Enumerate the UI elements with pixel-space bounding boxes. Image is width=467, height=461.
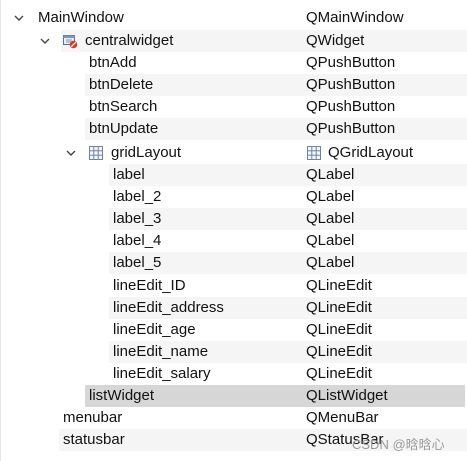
tree-row-listwidget[interactable]: listWidget QListWidget [1, 385, 467, 407]
tree-row-label-3[interactable]: label_3 QLabel [1, 208, 467, 230]
tree-row-class: QLabel [306, 166, 355, 183]
tree-row-class: QListWidget [306, 387, 388, 404]
row-background [109, 208, 467, 230]
tree-row-name: lineEdit_salary [113, 365, 211, 382]
tree-row-class: QLineEdit [306, 343, 372, 360]
tree-row-name: MainWindow [38, 9, 124, 26]
tree-row-class: QPushButton [306, 76, 396, 93]
tree-row-class: QLabel [306, 188, 355, 205]
tree-row-class: QLineEdit [306, 277, 372, 294]
watermark-text: CSDN @晗晗心 [352, 437, 445, 452]
tree-row-name: label [113, 166, 145, 183]
tree-row-mainwindow[interactable]: MainWindow QMainWindow [1, 7, 467, 29]
tree-row-name: lineEdit_ID [113, 277, 186, 294]
tree-row-centralwidget[interactable]: centralwidget QWidget [1, 30, 467, 52]
tree-row-name: lineEdit_name [113, 343, 209, 360]
tree-row-btndelete[interactable]: btnDelete QPushButton [1, 74, 467, 96]
chevron-down-icon[interactable] [65, 147, 77, 159]
tree-row-label-5[interactable]: label_5 QLabel [1, 252, 467, 274]
tree-row-name: statusbar [63, 431, 125, 448]
tree-row-class: QPushButton [306, 98, 396, 115]
chevron-down-icon[interactable] [39, 35, 51, 47]
tree-row-name: lineEdit_address [113, 299, 224, 316]
tree-row-btnsearch[interactable]: btnSearch QPushButton [1, 96, 467, 118]
tree-row-gridlayout[interactable]: gridLayout QGridLayout [1, 142, 467, 164]
tree-row-name: label_2 [113, 188, 162, 205]
tree-row-class: QLabel [306, 232, 355, 249]
tree-row-class: QLineEdit [306, 365, 372, 382]
tree-row-class: QPushButton [306, 120, 396, 137]
tree-row-class: QMainWindow [306, 9, 404, 26]
chevron-down-icon[interactable] [13, 12, 25, 24]
row-background [109, 164, 467, 186]
tree-row-name: btnUpdate [89, 120, 159, 137]
tree-row-name: btnSearch [89, 98, 158, 115]
tree-row-name: btnDelete [89, 76, 154, 93]
tree-row-class: QLabel [306, 210, 355, 227]
widget-broken-layout-icon [63, 35, 78, 49]
tree-row-label-4[interactable]: label_4 QLabel [1, 230, 467, 252]
tree-row-label[interactable]: label QLabel [1, 164, 467, 186]
tree-row-lineedit-address[interactable]: lineEdit_address QLineEdit [1, 297, 467, 319]
tree-row-label-2[interactable]: label_2 QLabel [1, 186, 467, 208]
tree-row-class: QGridLayout [328, 144, 414, 161]
tree-row-class: QPushButton [306, 54, 396, 71]
tree-row-name: lineEdit_age [113, 321, 196, 338]
tree-row-name: label_3 [113, 210, 162, 227]
tree-row-class: QLabel [306, 254, 355, 271]
tree-row-name: menubar [63, 409, 123, 426]
tree-row-btnadd[interactable]: btnAdd QPushButton [1, 52, 467, 74]
tree-row-lineedit-age[interactable]: lineEdit_age QLineEdit [1, 319, 467, 341]
tree-row-lineedit-salary[interactable]: lineEdit_salary QLineEdit [1, 363, 467, 385]
row-background [109, 252, 467, 274]
tree-row-name: label_4 [113, 232, 162, 249]
tree-row-name: label_5 [113, 254, 162, 271]
grid-layout-icon [89, 146, 103, 160]
tree-row-class: QMenuBar [306, 409, 379, 426]
tree-row-menubar[interactable]: menubar QMenuBar [1, 407, 467, 429]
object-inspector-tree: MainWindow QMainWindow centralwidget QWi… [0, 0, 467, 461]
tree-row-name: gridLayout [111, 144, 182, 161]
tree-row-lineedit-name[interactable]: lineEdit_name QLineEdit [1, 341, 467, 363]
tree-row-class: QWidget [306, 32, 365, 49]
tree-row-name: listWidget [89, 387, 155, 404]
tree-row-class: QLineEdit [306, 321, 372, 338]
tree-row-btnupdate[interactable]: btnUpdate QPushButton [1, 118, 467, 140]
grid-layout-icon [307, 146, 321, 160]
tree-row-lineedit-id[interactable]: lineEdit_ID QLineEdit [1, 275, 467, 297]
tree-row-name: centralwidget [85, 32, 174, 49]
tree-row-class: QLineEdit [306, 299, 372, 316]
tree-row-name: btnAdd [89, 54, 137, 71]
